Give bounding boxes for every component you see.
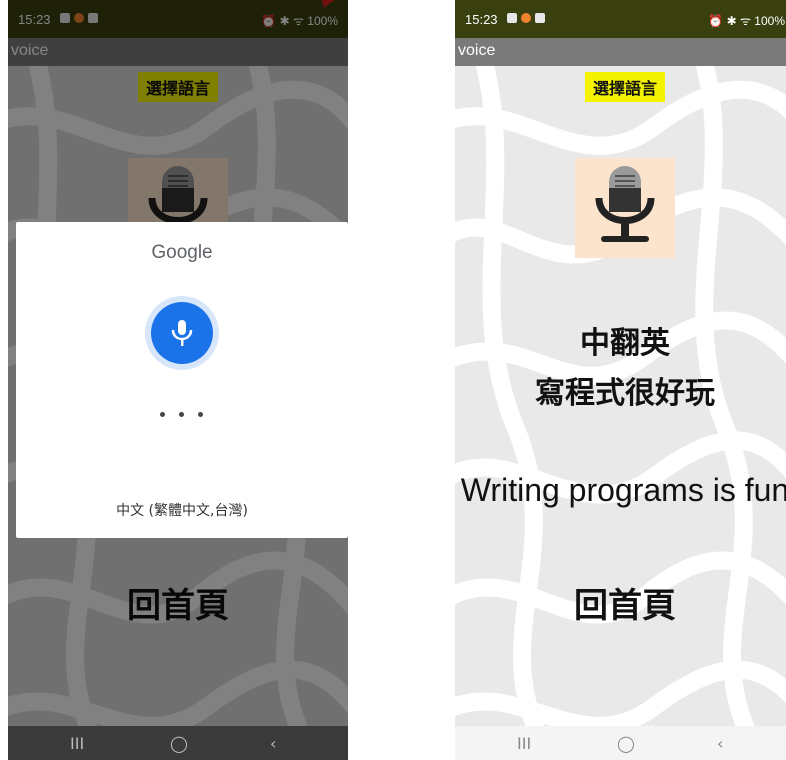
recognition-language[interactable]: 中文 (繁體中文,台灣) — [16, 500, 348, 520]
source-text: 寫程式很好玩 — [535, 376, 715, 411]
status-time: 15:23 — [465, 12, 498, 27]
back-icon[interactable]: ‹ — [717, 734, 723, 753]
message-icon — [535, 13, 545, 23]
phone-screen-left: 15:23 ⏰ ✱ ᯤ 100% voice 選擇語言 回首頁 Google 中… — [8, 0, 348, 760]
home-button[interactable]: 回首頁 — [455, 578, 786, 627]
app-notification-icon — [521, 13, 531, 23]
gallery-icon — [507, 13, 517, 23]
translation-mode: 中翻英 — [580, 326, 670, 361]
microphone-button[interactable] — [575, 158, 675, 258]
mic-icon — [171, 320, 193, 346]
select-language-button[interactable]: 選擇語言 — [584, 72, 666, 102]
phone-screen-right: 15:23 ⏰ ✱ ᯤ 100% voice 選擇語言 中翻英 寫程式很好玩 W… — [455, 0, 786, 760]
listening-dots-icon — [160, 402, 204, 417]
home-icon[interactable]: ◯ — [617, 734, 635, 753]
app-content: 選擇語言 中翻英 寫程式很好玩 Writing programs is fun … — [455, 66, 786, 726]
recents-icon[interactable]: III — [517, 734, 531, 753]
app-title: voice — [458, 42, 496, 59]
app-title-bar: voice — [455, 38, 786, 66]
microphone-icon — [595, 166, 655, 242]
translation-text: Writing programs is fun — [460, 472, 786, 508]
recents-icon[interactable]: III — [70, 734, 84, 753]
nav-bar: III ◯ ‹ — [8, 726, 348, 760]
back-icon[interactable]: ‹ — [270, 734, 276, 753]
home-icon[interactable]: ◯ — [170, 734, 188, 753]
google-voice-dialog: Google 中文 (繁體中文,台灣) — [16, 222, 348, 538]
nav-bar: III ◯ ‹ — [455, 726, 786, 760]
google-logo: Google — [151, 242, 213, 263]
notification-icons — [507, 13, 545, 23]
status-right-icons: ⏰ ✱ ᯤ 100% — [708, 14, 785, 28]
status-bar: 15:23 ⏰ ✱ ᯤ 100% — [455, 0, 786, 38]
google-mic-button[interactable] — [145, 296, 219, 370]
